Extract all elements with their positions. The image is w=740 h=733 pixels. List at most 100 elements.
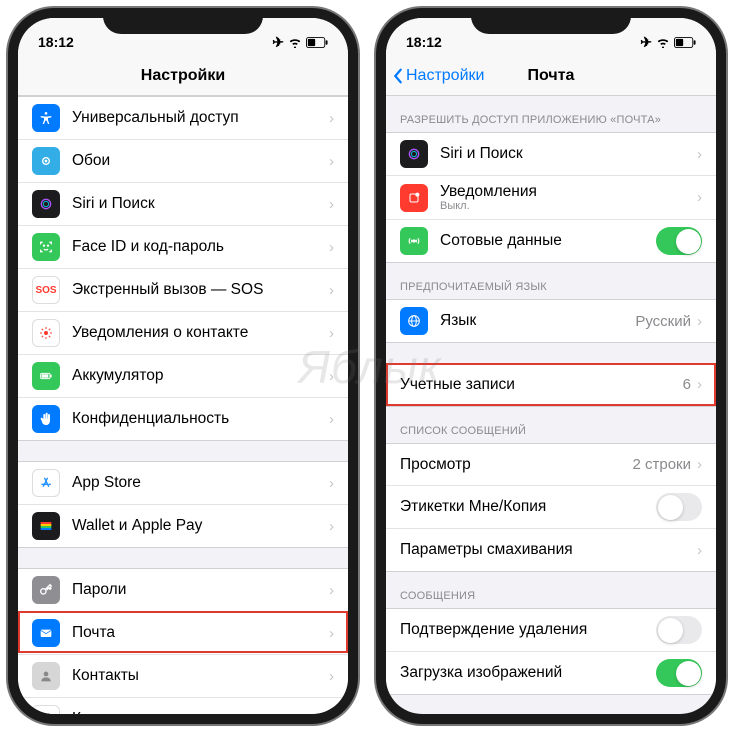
page-title: Настройки <box>141 67 225 85</box>
row-load-images[interactable]: Загрузка изображений <box>386 652 716 694</box>
row-wallpaper[interactable]: Обои › <box>18 140 348 183</box>
calendar-icon <box>32 705 60 714</box>
section-allow-access: РАЗРЕШИТЬ ДОСТУП ПРИЛОЖЕНИЮ «ПОЧТА» <box>386 96 716 132</box>
row-notifications[interactable]: Уведомления Выкл. › <box>386 176 716 220</box>
battery-icon <box>306 37 328 48</box>
accessibility-icon <box>32 104 60 132</box>
globe-icon <box>400 307 428 335</box>
row-label: Контакты <box>72 667 329 685</box>
settings-content[interactable]: Универсальный доступ › Обои › Siri и Пои… <box>18 96 348 714</box>
mail-settings-content[interactable]: РАЗРЕШИТЬ ДОСТУП ПРИЛОЖЕНИЮ «ПОЧТА» Siri… <box>386 96 716 714</box>
page-title: Почта <box>528 67 575 85</box>
row-faceid[interactable]: Face ID и код-пароль › <box>18 226 348 269</box>
row-passwords[interactable]: Пароли › <box>18 569 348 612</box>
left-phone: 18:12 ✈︎ Настройки Универсальный доступ … <box>8 8 358 724</box>
chevron-icon: › <box>329 239 334 256</box>
row-appstore[interactable]: App Store › <box>18 462 348 505</box>
status-time: 18:12 <box>406 34 442 50</box>
nav-bar: Настройки Почта <box>386 58 716 96</box>
key-icon <box>32 576 60 604</box>
wallet-icon <box>32 512 60 540</box>
row-swipe[interactable]: Параметры смахивания › <box>386 529 716 571</box>
row-label: Аккумулятор <box>72 367 329 385</box>
row-label: Обои <box>72 152 329 170</box>
right-screen: 18:12 ✈︎ Настройки Почта РАЗРЕШИТЬ ДОСТУ… <box>386 18 716 714</box>
chevron-icon: › <box>329 625 334 642</box>
row-contact-notify[interactable]: Уведомления о контакте › <box>18 312 348 355</box>
row-language[interactable]: Язык Русский › <box>386 300 716 342</box>
chevron-icon: › <box>697 313 702 330</box>
row-label: Сотовые данные <box>440 232 656 250</box>
cellular-toggle[interactable] <box>656 227 702 255</box>
chevron-icon: › <box>329 110 334 127</box>
row-label: Календарь <box>72 710 329 714</box>
chevron-icon: › <box>697 542 702 559</box>
labels-toggle[interactable] <box>656 493 702 521</box>
row-value: Русский <box>635 313 691 330</box>
row-siri[interactable]: Siri и Поиск › <box>18 183 348 226</box>
row-label: Универсальный доступ <box>72 109 329 127</box>
confirm-toggle[interactable] <box>656 616 702 644</box>
chevron-icon: › <box>329 153 334 170</box>
siri-icon <box>400 140 428 168</box>
chevron-icon: › <box>329 711 334 715</box>
row-contacts[interactable]: Контакты › <box>18 655 348 698</box>
right-phone: 18:12 ✈︎ Настройки Почта РАЗРЕШИТЬ ДОСТУ… <box>376 8 726 724</box>
back-label: Настройки <box>406 67 484 85</box>
chevron-icon: › <box>329 582 334 599</box>
exposure-icon <box>32 319 60 347</box>
wallpaper-icon <box>32 147 60 175</box>
row-confirm-delete[interactable]: Подтверждение удаления <box>386 609 716 652</box>
appstore-icon <box>32 469 60 497</box>
row-label: Учетные записи <box>400 376 683 394</box>
row-wallet[interactable]: Wallet и Apple Pay › <box>18 505 348 547</box>
row-label: Экстренный вызов — SOS <box>72 281 329 299</box>
row-value: 6 <box>683 376 691 393</box>
chevron-icon: › <box>329 518 334 535</box>
row-label: Siri и Поиск <box>72 195 329 213</box>
row-mail[interactable]: Почта › <box>18 612 348 655</box>
siri-icon <box>32 190 60 218</box>
row-label: Почта <box>72 624 329 642</box>
row-label: Просмотр <box>400 456 632 474</box>
row-sos[interactable]: SOS Экстренный вызов — SOS › <box>18 269 348 312</box>
notifications-icon <box>400 184 428 212</box>
row-label: Пароли <box>72 581 329 599</box>
row-universal-access[interactable]: Универсальный доступ › <box>18 97 348 140</box>
row-label: Конфиденциальность <box>72 410 329 428</box>
airplane-icon: ✈︎ <box>272 34 284 51</box>
section-message-list: СПИСОК СООБЩЕНИЙ <box>386 407 716 443</box>
chevron-icon: › <box>329 475 334 492</box>
row-siri-search[interactable]: Siri и Поиск › <box>386 133 716 176</box>
row-sublabel: Выкл. <box>440 200 697 212</box>
contacts-icon <box>32 662 60 690</box>
row-value: 2 строки <box>632 456 691 473</box>
row-calendar[interactable]: Календарь › <box>18 698 348 714</box>
back-button[interactable]: Настройки <box>392 67 484 85</box>
sos-icon: SOS <box>32 276 60 304</box>
row-cellular[interactable]: Сотовые данные <box>386 220 716 262</box>
row-battery[interactable]: Аккумулятор › <box>18 355 348 398</box>
row-labels-me[interactable]: Этикетки Мне/Копия <box>386 486 716 529</box>
notch <box>103 8 263 34</box>
row-label: Face ID и код-пароль <box>72 238 329 256</box>
left-screen: 18:12 ✈︎ Настройки Универсальный доступ … <box>18 18 348 714</box>
row-accounts[interactable]: Учетные записи 6 › <box>386 364 716 406</box>
mail-icon <box>32 619 60 647</box>
chevron-icon: › <box>329 668 334 685</box>
notch <box>471 8 631 34</box>
chevron-icon: › <box>329 411 334 428</box>
chevron-icon: › <box>697 456 702 473</box>
chevron-icon: › <box>329 368 334 385</box>
chevron-icon: › <box>697 189 702 206</box>
status-icons: ✈︎ <box>640 34 696 51</box>
section-language: ПРЕДПОЧИТАЕМЫЙ ЯЗЫК <box>386 263 716 299</box>
row-preview[interactable]: Просмотр 2 строки › <box>386 444 716 486</box>
row-label: Параметры смахивания <box>400 541 697 559</box>
row-privacy[interactable]: Конфиденциальность › <box>18 398 348 440</box>
images-toggle[interactable] <box>656 659 702 687</box>
battery-icon <box>674 37 696 48</box>
faceid-icon <box>32 233 60 261</box>
row-label: App Store <box>72 474 329 492</box>
row-label: Язык <box>440 312 635 330</box>
